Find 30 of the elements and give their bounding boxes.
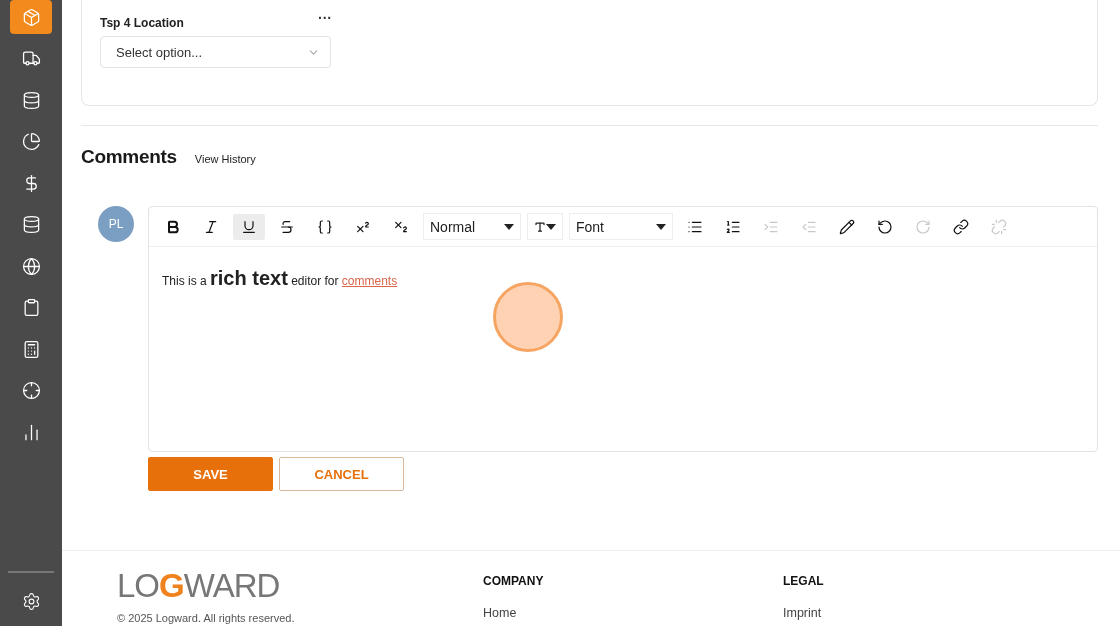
caret-icon — [546, 223, 556, 230]
caret-icon — [656, 223, 666, 230]
pie-chart-icon — [21, 132, 41, 151]
box-icon — [21, 7, 41, 27]
select-field[interactable]: Select option... — [100, 36, 331, 68]
text-size-dropdown[interactable] — [527, 213, 563, 240]
logo: LOGWARD — [117, 569, 281, 602]
database-icon — [21, 90, 41, 110]
crosshair-icon — [21, 381, 41, 400]
editor-text: This is a rich text editor for comments — [161, 266, 399, 291]
section-title: Comments — [81, 146, 177, 168]
view-history-link[interactable]: View History — [194, 153, 256, 165]
dropdown[interactable]: Font — [569, 213, 673, 240]
avatar: PL — [98, 206, 134, 242]
copyright-text: © 2025 Logward. All rights reserved. — [117, 612, 296, 624]
field-label: Tsp 4 Location — [100, 16, 184, 30]
truck-icon — [21, 49, 41, 68]
more-button[interactable]: ··· — [318, 10, 332, 26]
database-icon — [21, 215, 41, 234]
footer-heading: LEGAL — [783, 574, 825, 588]
footer-heading: COMPANY — [483, 574, 545, 588]
editor-box[interactable]: Normal Font This is a rich text editor for comments — [148, 206, 1098, 452]
underline-button[interactable] — [233, 213, 265, 240]
globe-icon — [21, 256, 41, 276]
dropdown[interactable]: Normal — [423, 213, 521, 240]
settings-icon — [21, 592, 41, 611]
comments-link[interactable]: comments — [341, 274, 398, 288]
caret-icon — [504, 223, 514, 230]
footer-link[interactable]: Home — [483, 606, 517, 620]
footer-link[interactable]: Imprint — [783, 606, 822, 620]
